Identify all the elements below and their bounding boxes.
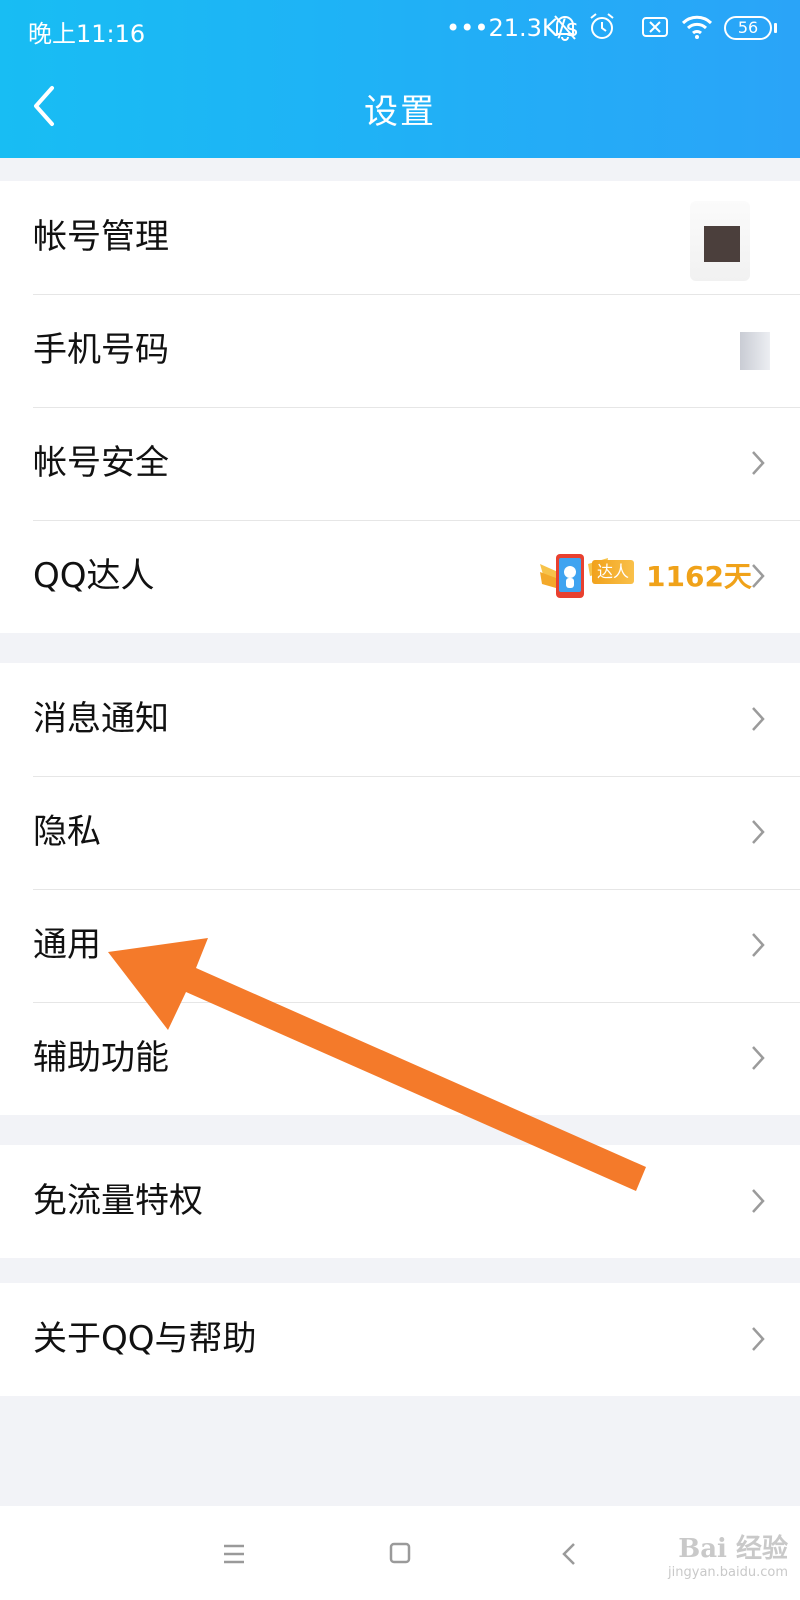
settings-item-label: QQ达人 bbox=[33, 556, 155, 596]
mute-bell-icon bbox=[554, 15, 576, 41]
wifi-icon bbox=[681, 15, 713, 39]
settings-item-label: 隐私 bbox=[33, 812, 101, 852]
settings-section-about: 关于QQ与帮助 bbox=[0, 1283, 800, 1396]
chevron-right-icon bbox=[752, 1046, 765, 1070]
settings-item-label: 帐号安全 bbox=[33, 443, 169, 483]
phone-number-blurred bbox=[740, 332, 770, 370]
settings-section-data: 免流量特权 bbox=[0, 1145, 800, 1258]
chevron-right-icon bbox=[752, 564, 765, 588]
battery-indicator: 56 bbox=[724, 16, 772, 40]
battery-tip bbox=[774, 23, 777, 33]
settings-item-label: 帐号管理 bbox=[33, 217, 169, 257]
watermark-url: jingyan.baidu.com bbox=[668, 1565, 788, 1580]
expert-days-count: 1162天 bbox=[646, 560, 752, 593]
settings-item-notifications[interactable]: 消息通知 bbox=[0, 663, 800, 776]
app-header: 晚上11:16 •••21.3K/s 56 设置 bbox=[0, 0, 800, 158]
baidu-watermark: Bai 经验 jingyan.baidu.com bbox=[668, 1528, 788, 1580]
settings-item-label: 消息通知 bbox=[33, 699, 169, 739]
settings-item-label: 关于QQ与帮助 bbox=[33, 1319, 257, 1359]
chevron-right-icon bbox=[752, 1327, 765, 1351]
menu-icon[interactable] bbox=[214, 1536, 254, 1572]
status-time: 晚上11:16 bbox=[28, 20, 146, 48]
back-nav-icon[interactable] bbox=[550, 1536, 590, 1572]
settings-item-general[interactable]: 通用 bbox=[0, 889, 800, 1002]
chevron-right-icon bbox=[752, 451, 765, 475]
settings-item-account-management[interactable]: 帐号管理 bbox=[0, 181, 800, 294]
settings-item-label: 手机号码 bbox=[33, 330, 169, 370]
settings-item-label: 辅助功能 bbox=[33, 1038, 169, 1078]
settings-section-general: 消息通知 隐私 通用 辅助功能 bbox=[0, 663, 800, 1115]
settings-item-phone-number[interactable]: 手机号码 bbox=[0, 294, 800, 407]
no-sim-icon bbox=[642, 17, 668, 37]
settings-item-label: 免流量特权 bbox=[33, 1181, 203, 1221]
watermark-brand: Bai 经验 bbox=[678, 1534, 788, 1564]
home-icon[interactable] bbox=[380, 1536, 420, 1572]
settings-item-about-help[interactable]: 关于QQ与帮助 bbox=[0, 1283, 800, 1396]
chevron-right-icon bbox=[752, 1189, 765, 1213]
settings-item-privacy[interactable]: 隐私 bbox=[0, 776, 800, 889]
settings-item-account-security[interactable]: 帐号安全 bbox=[0, 407, 800, 520]
settings-item-label: 通用 bbox=[33, 925, 101, 965]
chevron-right-icon bbox=[752, 707, 765, 731]
avatar bbox=[704, 226, 740, 262]
settings-item-accessibility[interactable]: 辅助功能 bbox=[0, 1002, 800, 1115]
settings-item-free-data[interactable]: 免流量特权 bbox=[0, 1145, 800, 1258]
settings-section-account: 帐号管理 手机号码 帐号安全 QQ达人 达人 1162天 bbox=[0, 181, 800, 633]
status-bar: 晚上11:16 •••21.3K/s 56 bbox=[0, 0, 800, 58]
expert-badge-label: 达人 bbox=[592, 560, 634, 584]
settings-item-qq-expert[interactable]: QQ达人 达人 1162天 bbox=[0, 520, 800, 633]
page-title: 设置 bbox=[364, 92, 436, 132]
chevron-right-icon bbox=[752, 820, 765, 844]
chevron-right-icon bbox=[752, 933, 765, 957]
alarm-icon bbox=[590, 13, 614, 39]
